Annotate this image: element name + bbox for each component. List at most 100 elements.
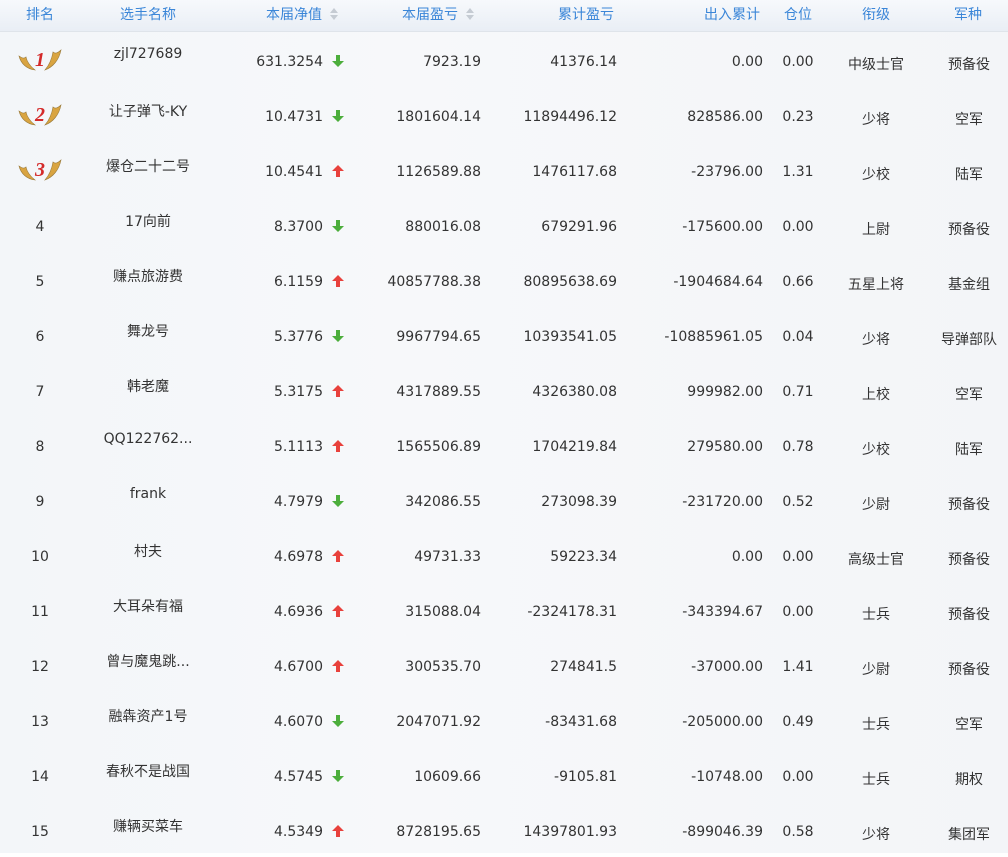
rank-title: 少校 [862, 167, 890, 183]
military-branch: 基金组 [948, 277, 990, 293]
military-branch: 陆军 [955, 167, 983, 183]
player-name[interactable]: 曾与魔鬼跳... [80, 651, 216, 671]
cumulative-profit: 679291.96 [541, 219, 617, 235]
medal-icon: 3 [18, 159, 62, 181]
cumulative-profit: 274841.5 [550, 659, 617, 675]
rank-title: 少校 [862, 442, 890, 458]
military-branch: 空军 [955, 717, 983, 733]
net-value: 10.4731 [265, 109, 323, 125]
current-profit: 315088.04 [405, 604, 481, 620]
net-value: 5.3175 [274, 384, 323, 400]
rank-title: 高级士官 [848, 552, 904, 568]
table-row: 15 赚辆买菜车 4.5349 8728195.65 14397801.93 -89904… [0, 802, 1008, 857]
cumulative-profit: -83431.68 [545, 714, 617, 730]
in-out-total: 0.00 [731, 549, 763, 565]
player-name[interactable]: 韩老魔 [80, 376, 216, 396]
cumulative-profit: 59223.34 [550, 549, 617, 565]
net-value: 4.5349 [274, 824, 323, 840]
table-row: 6 舞龙号 5.3776 9967794.65 10393541.05 -10885961… [0, 307, 1008, 362]
arrow-up-icon [332, 550, 344, 562]
cumulative-profit: -2324178.31 [527, 604, 617, 620]
military-branch: 预备役 [948, 222, 990, 238]
player-name[interactable]: 让子弹飞-KY [80, 101, 216, 121]
current-profit: 342086.55 [405, 494, 481, 510]
current-profit: 7923.19 [423, 54, 481, 70]
position-ratio: 0.71 [782, 384, 814, 400]
rank-number: 11 [31, 604, 49, 620]
rank-number: 15 [31, 824, 49, 840]
header-nav-sortable[interactable]: 本届净值 [252, 0, 366, 31]
table-header: 排名 选手名称 本届净值 本届盈亏 累计盈亏 出入累计 仓位 衔级 军种 [0, 0, 1008, 32]
player-name[interactable]: 爆仓二十二号 [80, 156, 216, 176]
military-branch: 预备役 [948, 607, 990, 623]
table-row: 1 zjl727689 631.3254 7923.19 41376.14 0.00 0.0… [0, 32, 1008, 87]
rank-title: 少尉 [862, 662, 890, 678]
svg-text:2: 2 [34, 104, 45, 126]
arrow-up-icon [332, 165, 344, 177]
in-out-total: 999982.00 [687, 384, 763, 400]
net-value: 6.1159 [274, 274, 323, 290]
table-row: 3 爆仓二十二号 10.4541 1126589.88 1476117.68 -23796… [0, 142, 1008, 197]
header-profit: 本届盈亏 [402, 7, 458, 23]
rank-title: 少将 [862, 332, 890, 348]
table-row: 12 曾与魔鬼跳... 4.6700 300535.70 274841.5 -37000.… [0, 637, 1008, 692]
current-profit: 1565506.89 [396, 439, 481, 455]
position-ratio: 0.04 [782, 329, 814, 345]
military-branch: 空军 [955, 112, 983, 128]
in-out-total: -175600.00 [682, 219, 763, 235]
arrow-up-icon [332, 385, 344, 397]
cumulative-profit: 10393541.05 [523, 329, 617, 345]
net-value: 4.6936 [274, 604, 323, 620]
position-ratio: 1.31 [782, 164, 814, 180]
player-name[interactable]: 融犇资产1号 [80, 706, 216, 726]
cumulative-profit: 1476117.68 [532, 164, 617, 180]
player-name[interactable]: 17向前 [80, 211, 216, 231]
player-name[interactable]: 赚辆买菜车 [80, 816, 216, 836]
net-value: 4.6700 [274, 659, 323, 675]
net-value: 631.3254 [256, 54, 323, 70]
player-name[interactable]: QQ122762... [80, 431, 216, 447]
net-value: 8.3700 [274, 219, 323, 235]
arrow-down-icon [332, 770, 344, 782]
player-name[interactable]: 赚点旅游费 [80, 266, 216, 286]
position-ratio: 0.66 [782, 274, 814, 290]
player-name[interactable]: zjl727689 [80, 46, 216, 62]
header-nav: 本届净值 [266, 7, 322, 23]
position-ratio: 0.00 [782, 54, 814, 70]
player-name[interactable]: 村夫 [80, 541, 216, 561]
rank-title: 士兵 [862, 607, 890, 623]
header-position: 仓位 [784, 7, 812, 23]
medal-icon: 1 [18, 49, 62, 71]
arrow-down-icon [332, 715, 344, 727]
rank-title: 少将 [862, 112, 890, 128]
sort-icon[interactable] [466, 8, 474, 20]
cumulative-profit: 273098.39 [541, 494, 617, 510]
rank-number: 10 [31, 549, 49, 565]
player-name[interactable]: 舞龙号 [80, 321, 216, 341]
player-name[interactable]: 大耳朵有福 [80, 596, 216, 616]
military-branch: 陆军 [955, 442, 983, 458]
rank-title: 少将 [862, 827, 890, 843]
in-out-total: -343394.67 [682, 604, 763, 620]
current-profit: 8728195.65 [396, 824, 481, 840]
header-profit-sortable[interactable]: 本届盈亏 [388, 0, 512, 31]
sort-icon[interactable] [330, 8, 338, 20]
rank-title: 少尉 [862, 497, 890, 513]
rank-number: 6 [35, 329, 45, 345]
position-ratio: 0.23 [782, 109, 814, 125]
table-row: 11 大耳朵有福 4.6936 315088.04 -2324178.31 -343394… [0, 582, 1008, 637]
player-name[interactable]: frank [80, 486, 216, 502]
current-profit: 4317889.55 [396, 384, 481, 400]
arrow-down-icon [332, 330, 344, 342]
cumulative-profit: -9105.81 [554, 769, 617, 785]
cumulative-profit: 80895638.69 [523, 274, 617, 290]
current-profit: 1801604.14 [396, 109, 481, 125]
current-profit: 880016.08 [405, 219, 481, 235]
player-name[interactable]: 春秋不是战国 [80, 761, 216, 781]
current-profit: 40857788.38 [387, 274, 481, 290]
net-value: 10.4541 [265, 164, 323, 180]
in-out-total: 828586.00 [687, 109, 763, 125]
rank-number: 13 [31, 714, 49, 730]
header-cum-profit: 累计盈亏 [558, 7, 614, 23]
table-row: 7 韩老魔 5.3175 4317889.55 4326380.08 999982.00 0… [0, 362, 1008, 417]
